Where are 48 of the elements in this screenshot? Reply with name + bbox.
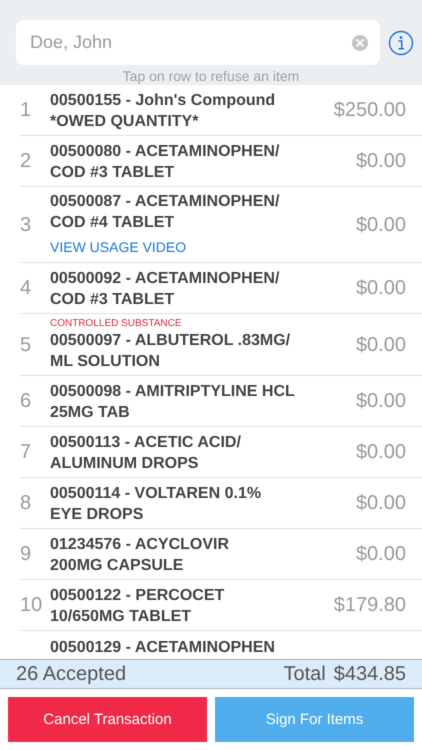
item-price: $0.00 bbox=[356, 277, 406, 300]
item-title: 00500080 - ACETAMINOPHEN/ COD #3 TABLET bbox=[50, 142, 280, 182]
accepted-count: 26 Accepted bbox=[16, 662, 126, 686]
row-number: 7 bbox=[20, 441, 32, 463]
item-price: $250.00 bbox=[334, 99, 406, 122]
row-number: 9 bbox=[20, 543, 32, 565]
item-row[interactable]: 3 00500087 - ACETAMINOPHEN/ COD #4 TABLET VIEW USAGE VIDEO $0.00 bbox=[20, 187, 422, 263]
item-price: $0.00 bbox=[356, 214, 406, 236]
item-title: 00500155 - John's Compound *OWED QUANTITY* bbox=[50, 90, 276, 132]
row-number: 1 bbox=[20, 99, 32, 121]
item-title: 00500129 - ACETAMINOPHEN bbox=[50, 638, 276, 658]
item-title: 00500092 - ACETAMINOPHEN/ COD #3 TABLET bbox=[50, 268, 280, 310]
item-price: $0.00 bbox=[356, 334, 406, 356]
item-title: 00500113 - ACETIC ACID/ ALUMINUM DROPS bbox=[50, 432, 242, 474]
item-row[interactable]: 5 CONTROLLED SUBSTANCE 00500097 - ALBUTEROL .83MG/ ML SOLUTION $0.00 bbox=[20, 314, 422, 376]
item-title: 00500122 - PERCOCET 10/650MG TABLET bbox=[50, 586, 226, 626]
total-label: Total bbox=[283, 662, 326, 686]
row-number: 4 bbox=[20, 277, 32, 299]
row-number: 2 bbox=[20, 150, 32, 172]
item-row[interactable]: 2 00500080 - ACETAMINOPHEN/ COD #3 TABLET $0.00 bbox=[20, 136, 422, 187]
row-number: 6 bbox=[20, 390, 32, 412]
item-title: 00500097 - ALBUTEROL .83MG/ ML SOLUTION bbox=[50, 331, 292, 372]
item-title: 00500087 - ACETAMINOPHEN/ COD #4 TABLET bbox=[50, 192, 280, 233]
total-amount: $434.85 bbox=[334, 662, 406, 686]
warning-label: CONTROLLED SUBSTANCE bbox=[50, 318, 183, 329]
row-number: 5 bbox=[20, 334, 32, 356]
row-number: 10 bbox=[20, 594, 42, 616]
row-number: 3 bbox=[20, 214, 32, 236]
item-row[interactable]: 8 00500114 - VOLTAREN 0.1% EYE DROPS $0.00 bbox=[20, 478, 422, 529]
item-row[interactable]: 6 00500098 - AMITRIPTYLINE HCL 25MG TAB $0.00 bbox=[20, 376, 422, 427]
video-link[interactable]: VIEW USAGE VIDEO bbox=[50, 239, 186, 255]
item-row[interactable]: 7 00500113 - ACETIC ACID/ ALUMINUM DROPS $0.00 bbox=[20, 427, 422, 478]
hint-text: Tap on row to refuse an item bbox=[122, 68, 300, 84]
info-icon[interactable] bbox=[388, 30, 414, 56]
item-title: 00500114 - VOLTAREN 0.1% EYE DROPS bbox=[50, 484, 262, 524]
item-title: 00500098 - AMITRIPTYLINE HCL 25MG TAB bbox=[50, 382, 296, 422]
cancel-button[interactable]: Cancel Transaction bbox=[8, 697, 207, 742]
item-price: $0.00 bbox=[356, 150, 406, 173]
item-price: $0.00 bbox=[356, 390, 406, 413]
item-price: $0.00 bbox=[356, 492, 406, 515]
item-price: $179.80 bbox=[334, 594, 406, 617]
item-price: $0.00 bbox=[356, 543, 406, 566]
item-title: 01234576 - ACYCLOVIR 200MG CAPSULE bbox=[50, 534, 230, 576]
item-price: $0.00 bbox=[356, 441, 406, 464]
item-row[interactable]: 4 00500092 - ACETAMINOPHEN/ COD #3 TABLET $0.00 bbox=[20, 263, 422, 314]
row-number: 8 bbox=[20, 492, 32, 514]
item-row[interactable]: 1 00500155 - John's Compound *OWED QUANTITY* $250.00 bbox=[20, 85, 422, 136]
item-row[interactable]: 9 01234576 - ACYCLOVIR 200MG CAPSULE $0.00 bbox=[20, 529, 422, 580]
